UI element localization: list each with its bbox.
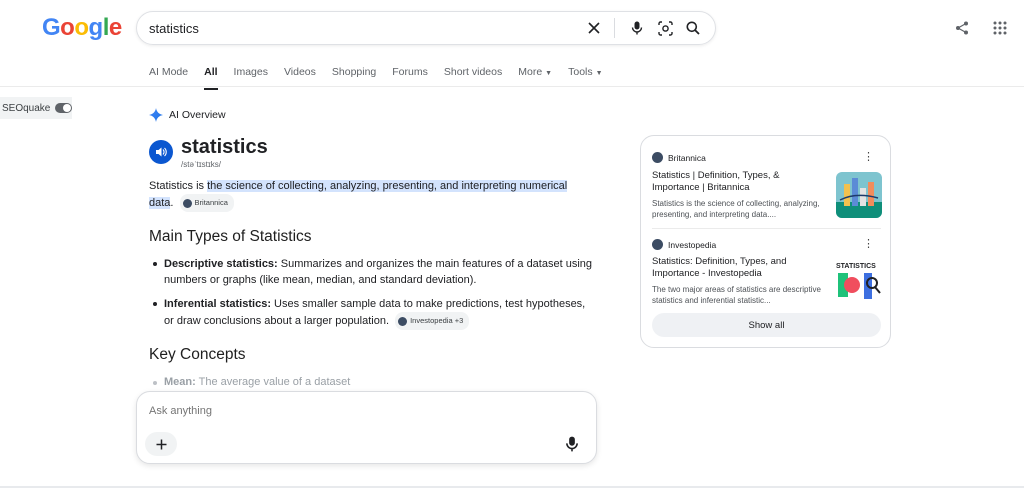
source-snippet: The two major areas of statistics are de… [652, 285, 821, 305]
thumbnail-caption: STATISTICS [836, 263, 876, 270]
britannica-thumbnail [836, 172, 882, 218]
section-heading-types: Main Types of Statistics [149, 228, 312, 245]
ask-box [136, 391, 597, 464]
pronounce-button[interactable] [149, 140, 173, 164]
definition-highlight: the science of collecting, analyzing, pr… [207, 180, 568, 192]
list-item: Inferential statistics: Uses smaller sam… [153, 296, 594, 330]
faded-term: Mean: [164, 376, 196, 388]
phonetic-spelling: /stəˈtɪstɪks/ [181, 160, 221, 169]
source-site: Britannica [668, 152, 706, 163]
source-site: Investopedia [668, 239, 717, 250]
caret-down-icon: ▼ [595, 70, 603, 77]
source-item-investopedia[interactable]: Investopedia ⋮ Statistics: Definition, T… [652, 239, 882, 305]
sparkle-icon [149, 108, 163, 122]
source-chip-label: Investopedia +3 [410, 316, 464, 325]
show-all-button[interactable]: Show all [652, 313, 881, 337]
tab-tools-label: Tools [568, 66, 593, 78]
source-title[interactable]: Statistics: Definition, Types, and Impor… [652, 256, 822, 280]
google-logo[interactable]: Google [42, 14, 122, 42]
lens-icon[interactable] [655, 18, 675, 38]
dictionary-word: statistics [181, 136, 268, 158]
source-title[interactable]: Statistics | Definition, Types, & Import… [652, 170, 822, 194]
investopedia-logo-icon [398, 316, 408, 326]
source-chip-label: Britannica [194, 198, 228, 207]
sources-card: Britannica ⋮ Statistics | Definition, Ty… [640, 135, 891, 348]
definition-text: Statistics is the science of collecting,… [149, 178, 589, 212]
search-input[interactable] [149, 20, 576, 36]
source-chip-britannica[interactable]: Britannica [179, 194, 234, 212]
more-options-icon[interactable]: ⋮ [863, 239, 874, 250]
tab-more-label: More [518, 66, 543, 78]
definition-highlight-2: data [149, 196, 171, 209]
source-chip-investopedia[interactable]: Investopedia +3 [395, 312, 470, 330]
britannica-logo-icon [182, 198, 192, 208]
plus-icon [156, 439, 166, 449]
section-heading-concepts: Key Concepts [149, 346, 246, 363]
tabs-divider [0, 86, 1024, 87]
more-options-icon[interactable]: ⋮ [863, 152, 874, 163]
seoquake-label: SEOquake [2, 102, 51, 114]
bullet-term: Inferential statistics: [164, 298, 271, 310]
source-item-britannica[interactable]: Britannica ⋮ Statistics | Definition, Ty… [652, 152, 882, 219]
bullet-term: Descriptive statistics: [164, 258, 278, 270]
definition-suffix: . [170, 196, 174, 209]
search-bar [136, 11, 716, 45]
caret-down-icon: ▼ [545, 70, 553, 77]
ai-overview-header: AI Overview [149, 108, 226, 122]
types-list: Descriptive statistics: Summarizes and o… [153, 256, 594, 338]
britannica-logo-icon [652, 152, 663, 163]
source-header: Britannica [652, 152, 882, 163]
list-item: Descriptive statistics: Summarizes and o… [153, 256, 594, 288]
apps-grid-icon[interactable] [990, 18, 1010, 38]
microphone-icon[interactable] [564, 436, 580, 452]
ask-input[interactable] [149, 405, 549, 417]
source-header: Investopedia [652, 239, 882, 250]
speaker-icon [156, 147, 167, 157]
ai-overview-label: AI Overview [169, 109, 226, 121]
microphone-icon[interactable] [627, 18, 647, 38]
search-divider [614, 18, 615, 38]
source-snippet: Statistics is the science of collecting,… [652, 199, 820, 219]
definition-prefix: Statistics is [149, 180, 208, 192]
search-icon[interactable] [683, 18, 703, 38]
faded-text: The average value of a dataset [195, 376, 351, 388]
add-attachment-button[interactable] [145, 432, 177, 456]
seoquake-toggle[interactable]: SEOquake [0, 97, 72, 119]
faded-list-item: Mean: The average value of a dataset [152, 376, 351, 388]
clear-icon[interactable] [584, 18, 604, 38]
investopedia-thumbnail: STATISTICS [836, 259, 882, 305]
share-icon[interactable] [952, 18, 972, 38]
source-divider [652, 228, 881, 229]
investopedia-logo-icon [652, 239, 663, 250]
toggle-switch[interactable] [55, 103, 72, 113]
